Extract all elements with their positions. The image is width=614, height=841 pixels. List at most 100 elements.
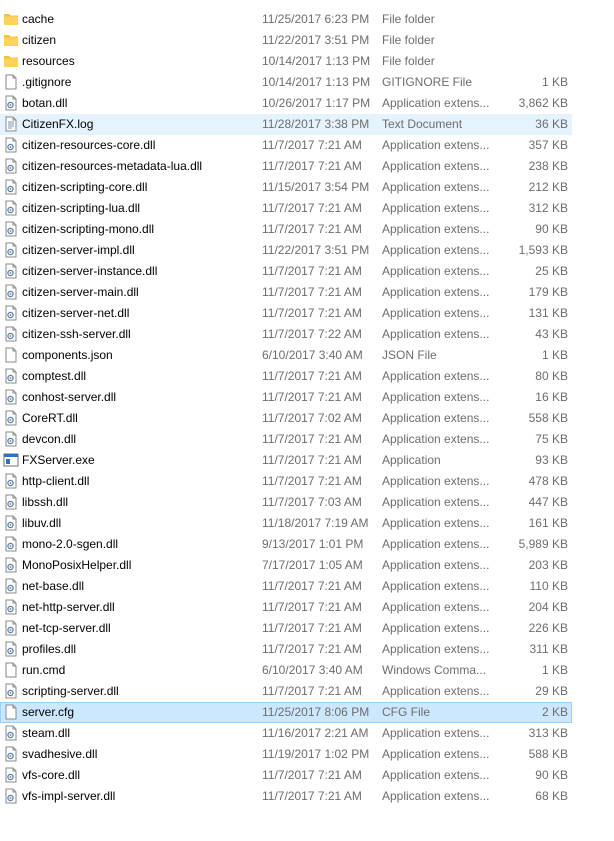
file-row[interactable]: citizen-resources-core.dll 11/7/2017 7:21… <box>0 135 572 156</box>
file-row[interactable]: devcon.dll 11/7/2017 7:21 AM Application e… <box>0 429 572 450</box>
file-row[interactable]: profiles.dll 11/7/2017 7:21 AM Application… <box>0 639 572 660</box>
file-type: Application extens... <box>382 684 490 698</box>
file-type: Application extens... <box>382 747 490 761</box>
file-row[interactable]: MonoPosixHelper.dll 7/17/2017 1:05 AM Appl… <box>0 555 572 576</box>
text-document-icon <box>3 114 19 135</box>
file-row[interactable]: mono-2.0-sgen.dll 9/13/2017 1:01 PM Applic… <box>0 534 572 555</box>
dll-icon <box>3 219 19 240</box>
file-row[interactable]: citizen 11/22/2017 3:51 PM File folder <box>0 30 572 51</box>
file-date-modified: 11/7/2017 7:21 AM <box>262 285 362 299</box>
file-type: Application extens... <box>382 474 490 488</box>
file-row[interactable]: net-base.dll 11/7/2017 7:21 AM Application… <box>0 576 572 597</box>
file-row[interactable]: conhost-server.dll 11/7/2017 7:21 AM Appli… <box>0 387 572 408</box>
file-name: FXServer.exe <box>22 453 95 467</box>
file-type: Application extens... <box>382 306 490 320</box>
dll-icon <box>3 681 19 702</box>
file-row[interactable]: vfs-core.dll 11/7/2017 7:21 AM Application… <box>0 765 572 786</box>
file-type: Application extens... <box>382 222 490 236</box>
file-name: resources <box>22 54 75 68</box>
file-type: Application extens... <box>382 579 490 593</box>
file-type: Application extens... <box>382 96 490 110</box>
file-row[interactable]: citizen-scripting-mono.dll 11/7/2017 7:21… <box>0 219 572 240</box>
folder-icon <box>3 51 19 72</box>
file-row[interactable]: citizen-server-net.dll 11/7/2017 7:21 AM A… <box>0 303 572 324</box>
dll-icon <box>3 156 19 177</box>
file-row[interactable]: libuv.dll 11/18/2017 7:19 AM Application e… <box>0 513 572 534</box>
dll-icon <box>3 471 19 492</box>
dll-icon <box>3 240 19 261</box>
file-size: 203 KB <box>528 558 568 572</box>
file-size: 357 KB <box>528 138 568 152</box>
file-size <box>490 51 568 72</box>
file-row[interactable]: resources 10/14/2017 1:13 PM File folder <box>0 51 572 72</box>
file-type: Application extens... <box>382 768 490 782</box>
file-row[interactable]: citizen-ssh-server.dll 11/7/2017 7:22 AM A… <box>0 324 572 345</box>
file-row[interactable]: net-http-server.dll 11/7/2017 7:21 AM Appl… <box>0 597 572 618</box>
file-name: server.cfg <box>22 705 75 719</box>
file-row[interactable]: cache 11/25/2017 6:23 PM File folder <box>0 9 572 30</box>
file-type: Application extens... <box>382 201 490 215</box>
file-type: Application extens... <box>382 264 490 278</box>
file-size: 2 KB <box>541 705 568 719</box>
dll-icon <box>3 324 19 345</box>
file-type: Application extens... <box>382 726 490 740</box>
file-row[interactable]: citizen-scripting-core.dll 11/15/2017 3:5… <box>0 177 572 198</box>
file-name: citizen-resources-metadata-lua.dll <box>22 159 203 173</box>
file-row[interactable]: CoreRT.dll 11/7/2017 7:02 AM Application e… <box>0 408 572 429</box>
file-row[interactable]: citizen-scripting-lua.dll 11/7/2017 7:21 … <box>0 198 572 219</box>
file-row[interactable]: libssh.dll 11/7/2017 7:03 AM Application e… <box>0 492 572 513</box>
file-row[interactable]: http-client.dll 11/7/2017 7:21 AM Applicat… <box>0 471 572 492</box>
file-row[interactable]: CitizenFX.log 11/28/2017 3:38 PM Text Docu… <box>0 114 572 135</box>
file-size: 478 KB <box>528 474 568 488</box>
file-row[interactable]: components.json 6/10/2017 3:40 AM JSON Fil… <box>0 345 572 366</box>
file-row[interactable]: .gitignore 10/14/2017 1:13 PM GITIGNORE Fi… <box>0 72 572 93</box>
file-row[interactable]: botan.dll 10/26/2017 1:17 PM Application e… <box>0 93 572 114</box>
file-row[interactable]: net-tcp-server.dll 11/7/2017 7:21 AM Appli… <box>0 618 572 639</box>
file-size: 1,593 KB <box>518 243 568 257</box>
file-row[interactable]: citizen-server-main.dll 11/7/2017 7:21 AM… <box>0 282 572 303</box>
file-name: components.json <box>22 348 113 362</box>
file-date-modified: 11/7/2017 7:21 AM <box>262 600 362 614</box>
file-row[interactable]: steam.dll 11/16/2017 2:21 AM Application e… <box>0 723 572 744</box>
file-icon <box>3 72 19 93</box>
file-row[interactable]: scripting-server.dll 11/7/2017 7:21 AM App… <box>0 681 572 702</box>
dll-icon <box>3 93 19 114</box>
file-row[interactable]: FXServer.exe 11/7/2017 7:21 AM Application… <box>0 450 572 471</box>
file-type: Application extens... <box>382 642 490 656</box>
file-size: 29 KB <box>535 684 568 698</box>
file-name: scripting-server.dll <box>22 684 119 698</box>
file-date-modified: 10/14/2017 1:13 PM <box>262 54 371 68</box>
file-list[interactable]: cache 11/25/2017 6:23 PM File folder citize… <box>0 9 572 807</box>
file-size: 68 KB <box>535 789 568 803</box>
file-size: 25 KB <box>535 264 568 278</box>
file-row[interactable]: run.cmd 6/10/2017 3:40 AM Windows Comma...… <box>0 660 572 681</box>
file-name: steam.dll <box>22 726 71 740</box>
dll-icon <box>3 198 19 219</box>
file-row[interactable]: comptest.dll 11/7/2017 7:21 AM Application… <box>0 366 572 387</box>
dll-icon <box>3 765 19 786</box>
dll-icon <box>3 723 19 744</box>
file-name: citizen-server-instance.dll <box>22 264 158 278</box>
file-type: CFG File <box>382 705 430 719</box>
file-name: citizen-server-main.dll <box>22 285 139 299</box>
file-name: net-tcp-server.dll <box>22 621 111 635</box>
dll-icon <box>3 303 19 324</box>
file-row[interactable]: citizen-server-impl.dll 11/22/2017 3:51 P… <box>0 240 572 261</box>
file-date-modified: 11/7/2017 7:21 AM <box>262 642 362 656</box>
file-type: Application extens... <box>382 432 490 446</box>
file-type: Application extens... <box>382 621 490 635</box>
file-type: JSON File <box>382 348 437 362</box>
file-row[interactable]: server.cfg 11/25/2017 8:06 PM CFG File 2 KB <box>0 702 572 723</box>
file-row[interactable]: svadhesive.dll 11/19/2017 1:02 PM Applicat… <box>0 744 572 765</box>
file-date-modified: 11/7/2017 7:21 AM <box>262 369 362 383</box>
file-row[interactable]: citizen-server-instance.dll 11/7/2017 7:2… <box>0 261 572 282</box>
file-name: net-base.dll <box>22 579 85 593</box>
file-row[interactable]: citizen-resources-metadata-lua.dll 11/7/2… <box>0 156 572 177</box>
file-name: net-http-server.dll <box>22 600 115 614</box>
dll-icon <box>3 429 19 450</box>
file-name: citizen-resources-core.dll <box>22 138 156 152</box>
dll-icon <box>3 135 19 156</box>
file-type: Application extens... <box>382 600 490 614</box>
file-name: citizen-server-net.dll <box>22 306 130 320</box>
file-row[interactable]: vfs-impl-server.dll 11/7/2017 7:21 AM Appl… <box>0 786 572 807</box>
